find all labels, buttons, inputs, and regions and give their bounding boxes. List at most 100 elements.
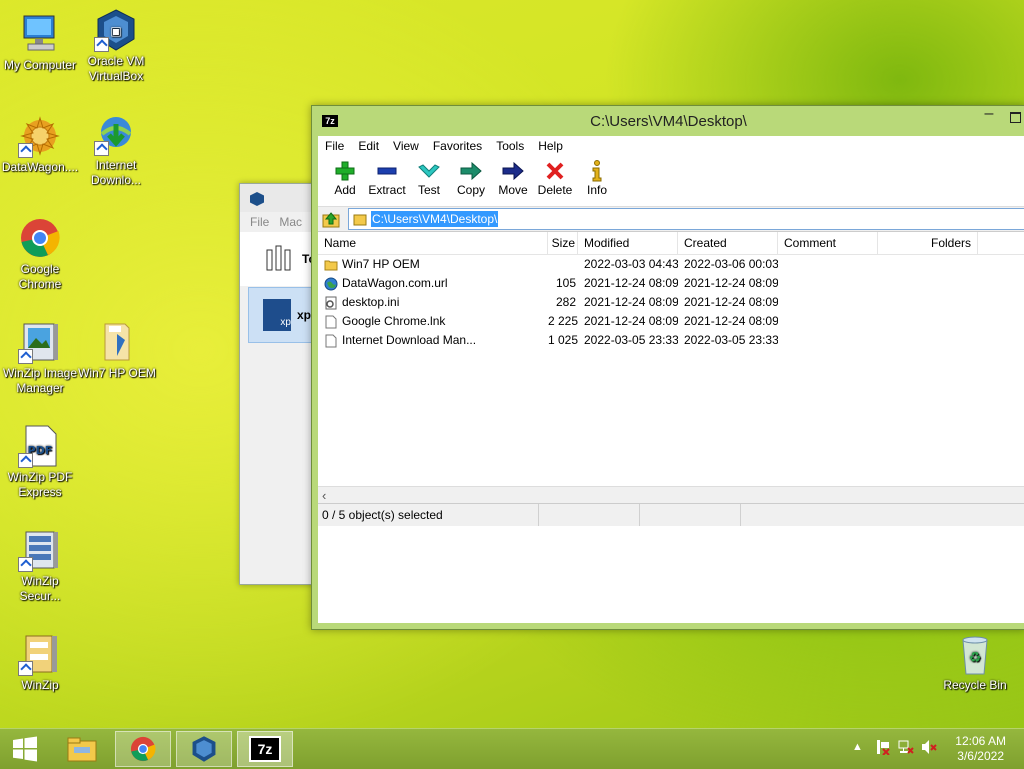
up-folder-button[interactable] [320, 208, 342, 230]
test-button[interactable]: Test [408, 156, 450, 197]
volume-muted-icon[interactable] [921, 739, 937, 758]
horizontal-scrollbar[interactable]: ‹ [318, 486, 1024, 504]
path-input[interactable]: C:\Users\VM4\Desktop\ [348, 208, 1024, 230]
table-row[interactable]: Google Chrome.lnk 2 225 2021-12-24 08:09… [318, 312, 1024, 331]
info-button[interactable]: Info [576, 156, 618, 197]
minimize-button[interactable]: – [981, 106, 997, 123]
windows-logo-icon [13, 736, 37, 762]
column-header: Name Size Modified Created Comment Folde… [318, 232, 1024, 255]
table-row[interactable]: Win7 HP OEM 2022-03-03 04:43 2022-03-06 … [318, 255, 1024, 274]
desktop-icon-winzip[interactable]: WinZip [0, 632, 80, 693]
folder-icon [353, 214, 367, 226]
desktop-icon-my-computer[interactable]: My Computer [0, 12, 80, 73]
status-panel-2 [539, 504, 640, 526]
show-hidden-icons-button[interactable]: ▲ [852, 741, 863, 753]
chrome-icon [18, 216, 62, 260]
status-panel-3 [640, 504, 741, 526]
status-panel-4 [741, 504, 1024, 526]
network-icon[interactable] [898, 739, 914, 758]
action-center-icon[interactable] [875, 739, 891, 758]
table-row[interactable]: Internet Download Man... 1 025 2022-03-0… [318, 331, 1024, 350]
virtualbox-titlebar[interactable] [240, 184, 320, 212]
table-row[interactable]: desktop.ini 282 2021-12-24 08:09 2021-12… [318, 293, 1024, 312]
titlebar[interactable]: 7z C:\Users\VM4\Desktop\ – [312, 106, 1024, 136]
desktop-icon-label: WinZip [21, 678, 59, 692]
globe-icon [324, 277, 338, 290]
desktop-icon-winzip-secure[interactable]: WinZip Secur... [0, 528, 80, 604]
svg-text:♻: ♻ [969, 650, 982, 666]
menu-tools[interactable]: Tools [489, 139, 531, 153]
taskbar-chrome[interactable] [115, 731, 171, 767]
column-comment[interactable]: Comment [778, 232, 878, 254]
maximize-button[interactable] [1010, 112, 1021, 123]
folder-icon [95, 320, 139, 364]
taskbar-virtualbox[interactable] [176, 731, 232, 767]
menu-file[interactable]: File [318, 139, 351, 153]
taskbar-7zip[interactable]: 7z [237, 731, 293, 767]
column-folders[interactable]: Folders [878, 232, 978, 254]
menu-view[interactable]: View [386, 139, 426, 153]
info-icon [592, 160, 602, 182]
desktop-icon-winzip-image[interactable]: WinZip Image Manager [0, 320, 80, 396]
desktop-icon-win7[interactable]: Win7 HP OEM [77, 320, 157, 381]
desktop-icon-label: WinZip PDF Express [7, 470, 73, 499]
up-folder-icon [322, 212, 340, 228]
scroll-left-icon[interactable]: ‹ [322, 488, 326, 503]
system-clock[interactable]: 12:06 AM 3/6/2022 [955, 734, 1006, 764]
desktop-icon-label: WinZip Image Manager [2, 366, 78, 395]
path-text[interactable]: C:\Users\VM4\Desktop\ [371, 211, 499, 227]
address-bar: C:\Users\VM4\Desktop\ [318, 206, 1024, 231]
add-button[interactable]: Add [324, 156, 366, 197]
move-button[interactable]: Move [492, 156, 534, 197]
desktop-icon-recycle-bin[interactable]: ♻ Recycle Bin [935, 632, 1015, 693]
table-row[interactable]: DataWagon.com.url 105 2021-12-24 08:09 2… [318, 274, 1024, 293]
desktop-icon-datawagon[interactable]: DataWagon.... [0, 114, 80, 175]
delete-button[interactable]: Delete [534, 156, 576, 197]
desktop-icon-label: WinZip Secur... [19, 574, 61, 603]
desktop-icon-winzip-pdf[interactable]: PDF WinZip PDF Express [0, 424, 80, 500]
taskbar-file-explorer[interactable] [54, 731, 110, 767]
delete-x-icon [546, 162, 564, 180]
virtualbox-menubar: File Mac [240, 212, 320, 232]
virtualbox-tools-item[interactable]: To [240, 232, 320, 286]
winzip-secure-icon [18, 528, 62, 572]
file-explorer-icon [67, 737, 97, 762]
copy-button[interactable]: Copy [450, 156, 492, 197]
column-size[interactable]: Size [548, 232, 578, 254]
taskbar: 7z ▲ 12:06 AM 3/6/2022 [0, 728, 1024, 769]
datawagon-icon [18, 114, 62, 158]
desktop-icon-label: Recycle Bin [943, 678, 1007, 692]
menu-machine[interactable]: Mac [279, 215, 302, 229]
column-created[interactable]: Created [678, 232, 778, 254]
desktop-icon-label: My Computer [3, 58, 77, 72]
virtualbox-vm-item[interactable]: xp xp [248, 287, 312, 343]
folder-icon [324, 260, 338, 270]
desktop-icon-idm[interactable]: Internet Downlo... [76, 112, 156, 188]
desktop-icon-virtualbox[interactable]: ▣ Oracle VM VirtualBox [76, 8, 156, 84]
clock-date: 3/6/2022 [957, 749, 1004, 763]
virtualbox-window[interactable]: File Mac To xp xp [239, 183, 321, 585]
desktop-icon-label: Google Chrome [18, 262, 62, 291]
column-name[interactable]: Name [318, 232, 548, 254]
extract-button[interactable]: Extract [366, 156, 408, 197]
virtualbox-icon [192, 736, 216, 762]
file-icon [325, 334, 337, 347]
start-button[interactable] [0, 731, 50, 767]
svg-text:▣: ▣ [110, 24, 121, 38]
toolbar: Add Extract Test Copy Move Delete Info [318, 156, 1024, 206]
menu-help[interactable]: Help [531, 139, 570, 153]
winzip-image-manager-icon [18, 320, 62, 364]
status-bar: 0 / 5 object(s) selected [318, 503, 1024, 526]
column-modified[interactable]: Modified [578, 232, 678, 254]
recycle-bin-icon: ♻ [953, 632, 997, 676]
virtualbox-icon [250, 192, 264, 206]
sevenzip-window[interactable]: 7z C:\Users\VM4\Desktop\ – File Edit Vie… [311, 105, 1024, 630]
menu-file[interactable]: File [250, 215, 269, 229]
internet-download-manager-icon [94, 112, 138, 156]
minus-icon [377, 167, 397, 175]
menu-favorites[interactable]: Favorites [426, 139, 489, 153]
menu-edit[interactable]: Edit [351, 139, 386, 153]
file-icon [325, 315, 337, 328]
copy-arrow-icon [460, 161, 482, 181]
desktop-icon-chrome[interactable]: Google Chrome [0, 216, 80, 292]
